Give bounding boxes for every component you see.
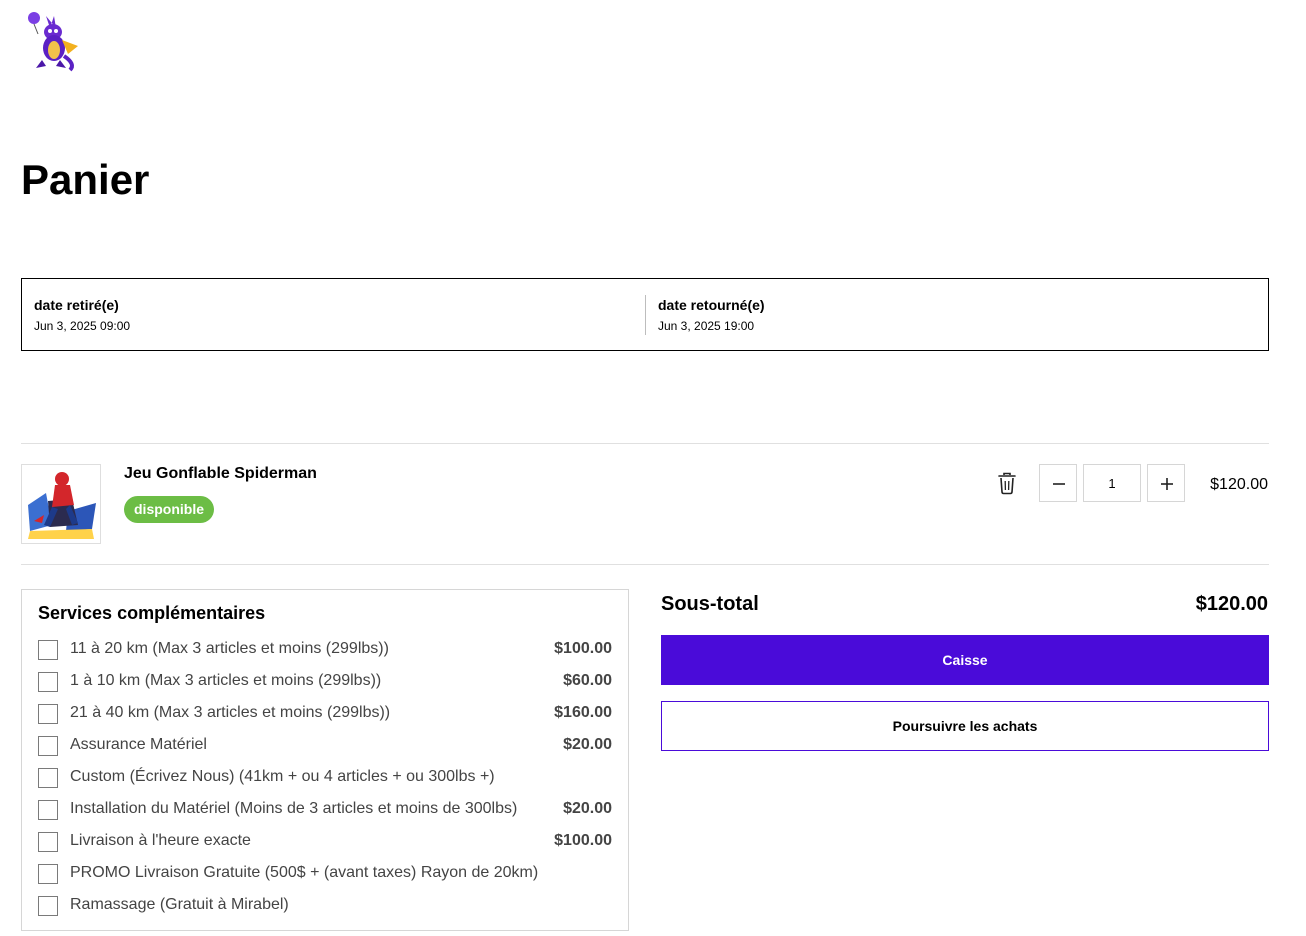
divider bbox=[21, 443, 1269, 444]
product-image bbox=[22, 465, 100, 543]
service-label[interactable]: Assurance Matériel bbox=[70, 736, 207, 754]
plus-icon bbox=[1161, 478, 1173, 490]
services-title: Services complémentaires bbox=[38, 603, 266, 623]
service-label[interactable]: 1 à 10 km (Max 3 articles et moins (299l… bbox=[70, 672, 381, 690]
increase-quantity-button[interactable] bbox=[1147, 464, 1185, 502]
service-checkbox[interactable] bbox=[38, 640, 58, 660]
return-date[interactable]: date retourné(e) Jun 3, 2025 19:00 bbox=[658, 279, 1258, 350]
continue-shopping-button[interactable]: Poursuivre les achats bbox=[661, 701, 1269, 751]
services-list: 11 à 20 km (Max 3 articles et moins (299… bbox=[38, 637, 612, 925]
service-price: $20.00 bbox=[563, 736, 612, 753]
quantity-input[interactable] bbox=[1083, 464, 1141, 502]
return-date-value: Jun 3, 2025 19:00 bbox=[658, 319, 755, 333]
service-label[interactable]: Livraison à l'heure exacte bbox=[70, 832, 251, 850]
service-option[interactable]: PROMO Livraison Gratuite (500$ + (avant … bbox=[38, 861, 612, 893]
service-checkbox[interactable] bbox=[38, 832, 58, 852]
rental-dates-box: date retiré(e) Jun 3, 2025 09:00 date re… bbox=[21, 278, 1269, 351]
service-label[interactable]: 11 à 20 km (Max 3 articles et moins (299… bbox=[70, 640, 389, 658]
trash-icon bbox=[998, 472, 1016, 495]
minus-icon bbox=[1053, 483, 1065, 485]
page-title: Panier bbox=[21, 156, 150, 203]
service-option[interactable]: Livraison à l'heure exacte $100.00 bbox=[38, 829, 612, 861]
service-option[interactable]: Custom (Écrivez Nous) (41km + ou 4 artic… bbox=[38, 765, 612, 797]
service-label[interactable]: Installation du Matériel (Moins de 3 art… bbox=[70, 800, 517, 818]
remove-item-button[interactable] bbox=[996, 472, 1018, 496]
service-label[interactable]: Ramassage (Gratuit à Mirabel) bbox=[70, 896, 289, 914]
service-label[interactable]: 21 à 40 km (Max 3 articles et moins (299… bbox=[70, 704, 390, 722]
service-checkbox[interactable] bbox=[38, 768, 58, 788]
service-option[interactable]: 21 à 40 km (Max 3 articles et moins (299… bbox=[38, 701, 612, 733]
service-label[interactable]: Custom (Écrivez Nous) (41km + ou 4 artic… bbox=[70, 768, 495, 786]
product-thumbnail[interactable] bbox=[21, 464, 101, 544]
service-price: $100.00 bbox=[554, 640, 612, 657]
service-option[interactable]: Ramassage (Gratuit à Mirabel) bbox=[38, 893, 612, 925]
divider bbox=[21, 564, 1269, 565]
service-option[interactable]: 1 à 10 km (Max 3 articles et moins (299l… bbox=[38, 669, 612, 701]
kangaroo-mascot-logo bbox=[28, 12, 78, 72]
service-checkbox[interactable] bbox=[38, 672, 58, 692]
service-checkbox[interactable] bbox=[38, 704, 58, 724]
service-option[interactable]: Installation du Matériel (Moins de 3 art… bbox=[38, 797, 612, 829]
return-date-label: date retourné(e) bbox=[658, 297, 765, 313]
service-price: $60.00 bbox=[563, 672, 612, 689]
service-price: $100.00 bbox=[554, 832, 612, 849]
subtotal-value: $120.00 bbox=[1195, 593, 1268, 615]
availability-badge: disponible bbox=[124, 496, 214, 523]
product-name[interactable]: Jeu Gonflable Spiderman bbox=[124, 465, 317, 483]
service-option[interactable]: Assurance Matériel $20.00 bbox=[38, 733, 612, 765]
pickup-date[interactable]: date retiré(e) Jun 3, 2025 09:00 bbox=[34, 279, 634, 350]
pickup-date-value: Jun 3, 2025 09:00 bbox=[34, 319, 131, 333]
brand-logo[interactable] bbox=[24, 10, 82, 72]
service-price: $160.00 bbox=[554, 704, 612, 721]
additional-services-panel: Services complémentaires 11 à 20 km (Max… bbox=[21, 589, 629, 931]
subtotal-label: Sous-total bbox=[661, 593, 759, 615]
service-checkbox[interactable] bbox=[38, 864, 58, 884]
service-checkbox[interactable] bbox=[38, 736, 58, 756]
dates-divider bbox=[645, 295, 646, 335]
checkout-button[interactable]: Caisse bbox=[661, 635, 1269, 685]
service-price: $20.00 bbox=[563, 800, 612, 817]
service-checkbox[interactable] bbox=[38, 800, 58, 820]
decrease-quantity-button[interactable] bbox=[1039, 464, 1077, 502]
item-price: $120.00 bbox=[1210, 476, 1268, 493]
service-option[interactable]: 11 à 20 km (Max 3 articles et moins (299… bbox=[38, 637, 612, 669]
pickup-date-label: date retiré(e) bbox=[34, 297, 119, 313]
service-checkbox[interactable] bbox=[38, 896, 58, 916]
service-label[interactable]: PROMO Livraison Gratuite (500$ + (avant … bbox=[70, 864, 538, 882]
